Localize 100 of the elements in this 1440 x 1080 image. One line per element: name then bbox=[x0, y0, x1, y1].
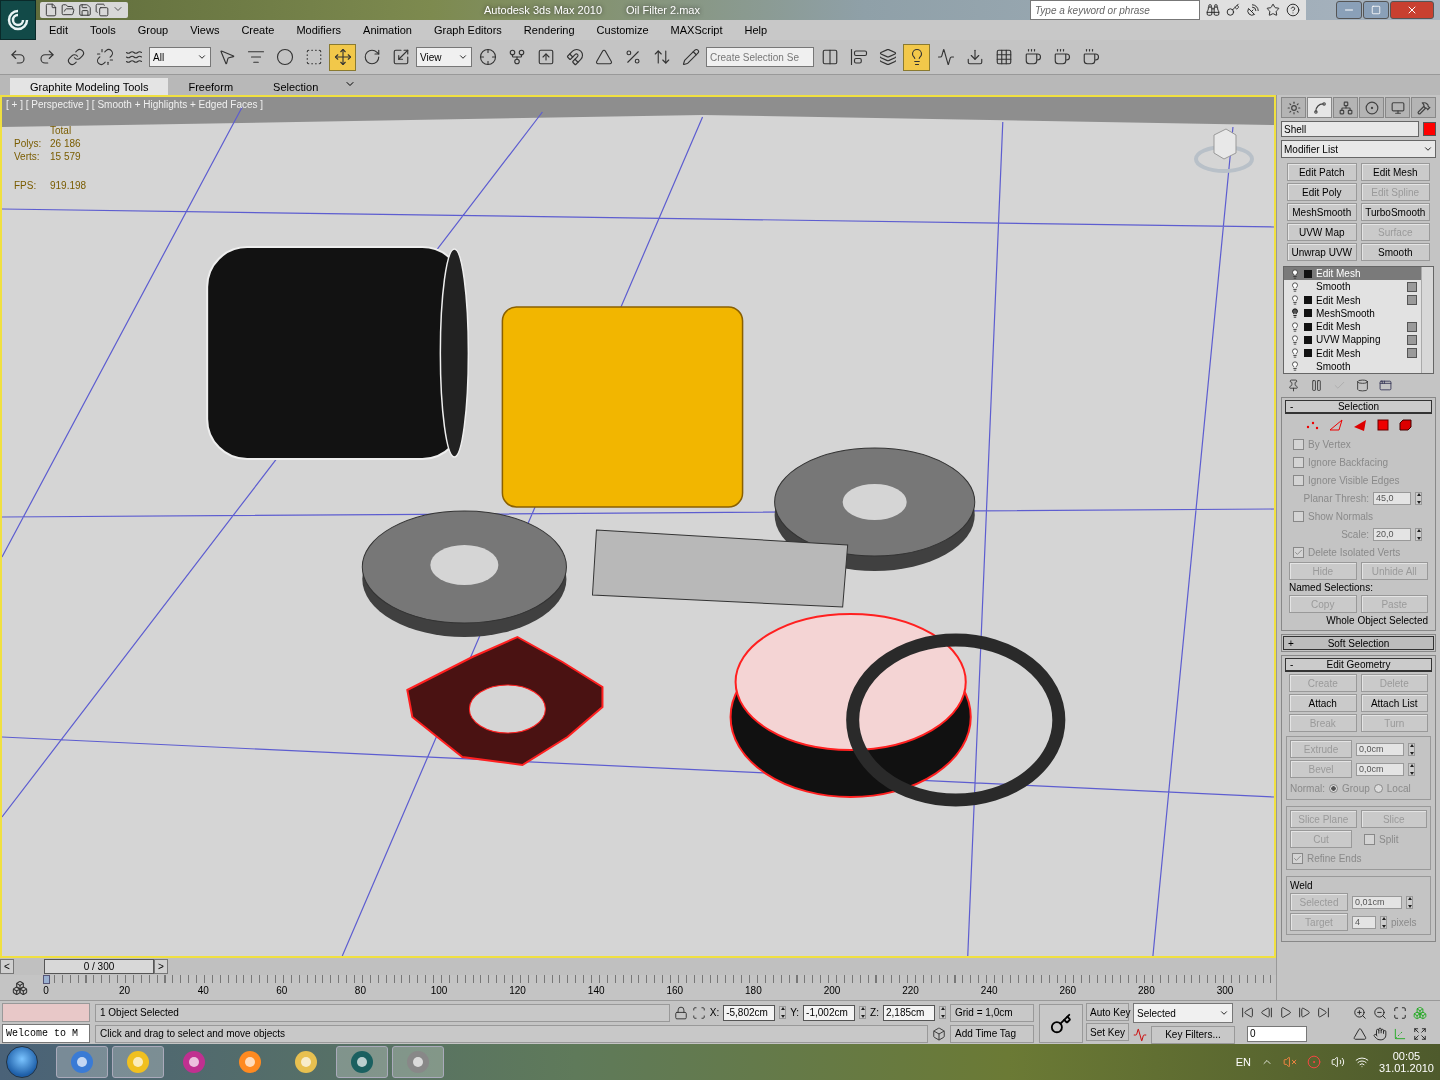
spinner-field[interactable]: 0,0cm bbox=[1356, 762, 1404, 776]
menu-item[interactable]: Edit bbox=[38, 24, 79, 36]
menu-item[interactable]: Rendering bbox=[512, 24, 586, 36]
clock-time[interactable]: 00:05 bbox=[1392, 1050, 1421, 1062]
rollout-header[interactable]: - Selection bbox=[1285, 400, 1432, 414]
tool-button[interactable] bbox=[329, 43, 356, 71]
coord-field[interactable]: 2,185cm bbox=[883, 1004, 935, 1021]
search-field[interactable]: Type a keyword or phrase bbox=[1031, 1, 1199, 19]
expand-icon[interactable] bbox=[1413, 1026, 1427, 1041]
stack-item[interactable]: MeshSmooth bbox=[1284, 306, 1421, 320]
dish-icon[interactable] bbox=[1246, 3, 1260, 17]
skip-back-icon[interactable] bbox=[1241, 1006, 1254, 1019]
panel-tab[interactable] bbox=[1281, 97, 1306, 118]
element-icon[interactable] bbox=[1399, 419, 1412, 431]
frame-field[interactable]: 0 bbox=[1247, 1025, 1307, 1042]
key-icon[interactable] bbox=[1226, 3, 1240, 17]
lightbulb-icon[interactable] bbox=[1290, 334, 1300, 345]
panel-button[interactable]: Attach List bbox=[1360, 694, 1428, 712]
file-icon[interactable] bbox=[44, 3, 58, 17]
speaker-icon[interactable] bbox=[1330, 1055, 1345, 1069]
vertex-icon[interactable] bbox=[1305, 419, 1319, 431]
skip-forward-icon[interactable] bbox=[1317, 1006, 1330, 1019]
menu-item[interactable]: Graph Editors bbox=[422, 24, 513, 36]
taskbar-app-button[interactable] bbox=[336, 1046, 388, 1078]
plus-box-icon[interactable] bbox=[1304, 335, 1312, 344]
listener-output-field[interactable] bbox=[2, 1003, 90, 1022]
spinner-field[interactable]: 0,01cm bbox=[1352, 895, 1402, 909]
toggle-box-icon[interactable] bbox=[1407, 281, 1417, 292]
taskbar-app-button[interactable] bbox=[56, 1046, 108, 1078]
curve-icon[interactable] bbox=[1133, 1027, 1147, 1042]
spinner-arrows-icon[interactable] bbox=[1406, 895, 1413, 909]
triangle-icon[interactable] bbox=[1353, 1026, 1367, 1041]
plus-box-icon[interactable] bbox=[1304, 296, 1312, 305]
panel-tab[interactable] bbox=[1333, 97, 1358, 118]
menu-item[interactable]: Create bbox=[230, 24, 286, 36]
maximize-button[interactable] bbox=[1363, 1, 1389, 19]
folder-icon[interactable] bbox=[61, 3, 75, 17]
spinner-arrows-icon[interactable] bbox=[859, 1006, 867, 1019]
plus-box-icon[interactable] bbox=[1304, 349, 1312, 358]
taskbar-app-button[interactable] bbox=[112, 1046, 164, 1078]
plus-box-icon[interactable] bbox=[1304, 309, 1312, 318]
scrollbar[interactable] bbox=[1421, 267, 1433, 373]
stack-item[interactable]: UVW Mapping bbox=[1284, 333, 1421, 347]
panel-button[interactable]: UVW Map bbox=[1287, 223, 1357, 241]
step-forward-icon[interactable] bbox=[1298, 1006, 1311, 1019]
toggle-box-icon[interactable] bbox=[1407, 295, 1417, 306]
cylinder-icon[interactable] bbox=[1356, 379, 1369, 392]
stack-item[interactable]: Smooth bbox=[1284, 280, 1421, 294]
key-mode-dropdown[interactable]: Selected bbox=[1133, 1003, 1233, 1023]
ribbon-tab[interactable]: Freeform bbox=[168, 78, 254, 95]
step-back-icon[interactable] bbox=[1260, 1006, 1273, 1019]
lightbulb-icon[interactable] bbox=[1290, 295, 1300, 306]
toggle-box-icon[interactable] bbox=[1407, 334, 1417, 345]
lightbulb-icon[interactable] bbox=[1290, 361, 1300, 372]
menu-item[interactable]: Animation bbox=[352, 24, 423, 36]
zoom-icon[interactable] bbox=[1353, 1005, 1367, 1020]
spinner-arrows-icon[interactable] bbox=[939, 1006, 946, 1019]
checkbox[interactable] bbox=[1364, 833, 1375, 845]
stack-item[interactable]: Edit Mesh bbox=[1284, 320, 1421, 334]
stack-item[interactable]: Edit Mesh bbox=[1284, 346, 1421, 360]
save-icon[interactable] bbox=[78, 3, 92, 17]
bars-icon[interactable] bbox=[1310, 379, 1323, 392]
language-indicator[interactable]: EN bbox=[1235, 1056, 1251, 1068]
panel-button[interactable]: Edit Patch bbox=[1287, 163, 1357, 181]
start-button[interactable] bbox=[6, 1046, 38, 1078]
scan-icon[interactable] bbox=[691, 1005, 706, 1020]
panel-button[interactable]: Attach bbox=[1289, 694, 1357, 712]
minimize-button[interactable] bbox=[1336, 1, 1362, 19]
binoculars-icon[interactable] bbox=[1206, 3, 1220, 17]
coord-field[interactable]: -1,002cm bbox=[803, 1004, 856, 1021]
rollout-header[interactable]: - Edit Geometry bbox=[1285, 658, 1432, 672]
panel-button[interactable]: Unwrap UVW bbox=[1287, 243, 1357, 261]
key-filters-button[interactable]: Key Filters... bbox=[1151, 1025, 1235, 1044]
rollout-header[interactable]: + Soft Selection bbox=[1283, 636, 1434, 650]
time-slider-thumb[interactable]: 0 / 300 bbox=[44, 959, 154, 974]
color-swatch[interactable] bbox=[1423, 122, 1436, 136]
panel-tab[interactable] bbox=[1385, 97, 1410, 118]
prev-frame-button[interactable]: < bbox=[0, 959, 14, 974]
pin-icon[interactable] bbox=[1287, 379, 1300, 392]
lightbulb-icon[interactable] bbox=[1290, 281, 1300, 292]
toggle-box-icon[interactable] bbox=[1407, 321, 1417, 332]
copy-icon[interactable] bbox=[95, 3, 109, 17]
object-name-field[interactable]: Shell bbox=[1281, 121, 1419, 137]
set-key-button[interactable]: Set Key bbox=[1086, 1023, 1129, 1041]
stack-item[interactable]: Edit Mesh bbox=[1284, 293, 1421, 307]
coord-field[interactable]: -5,802cm bbox=[723, 1004, 776, 1021]
lightbulb-icon[interactable] bbox=[1290, 321, 1300, 332]
time-tag-field[interactable]: Add Time Tag bbox=[950, 1024, 1034, 1043]
panel-tab[interactable] bbox=[1307, 97, 1332, 118]
ribbon-tab[interactable]: Graphite Modeling Tools bbox=[10, 78, 169, 95]
taskbar-app-button[interactable] bbox=[392, 1046, 444, 1078]
clock-date[interactable]: 31.01.2010 bbox=[1378, 1062, 1434, 1074]
track-bar-icon[interactable] bbox=[12, 979, 28, 996]
lightbulb-icon[interactable] bbox=[1290, 268, 1300, 279]
app-logo-icon[interactable] bbox=[0, 0, 36, 40]
window-icon[interactable] bbox=[1379, 379, 1392, 392]
menu-item[interactable]: Help bbox=[733, 24, 779, 36]
listener-field[interactable]: Welcome to M bbox=[2, 1024, 90, 1043]
dropdown[interactable]: View bbox=[416, 47, 472, 67]
radio-button[interactable] bbox=[1373, 783, 1383, 793]
